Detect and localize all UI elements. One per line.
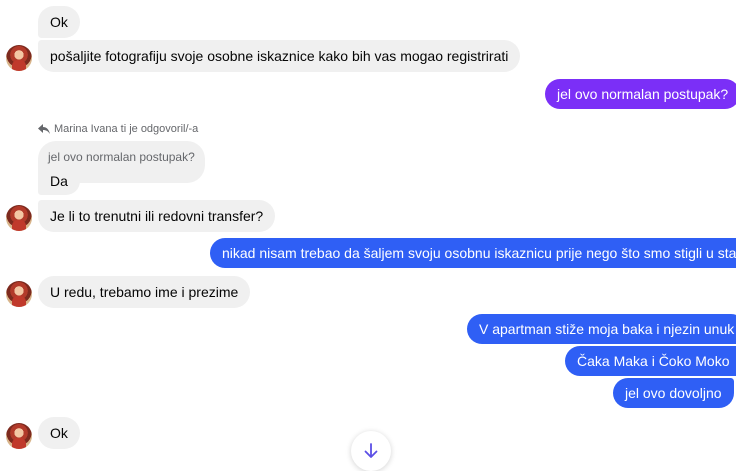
message-incoming[interactable]: U redu, trebamo ime i prezime [38, 276, 251, 308]
reply-label: Marina Ivana ti je odgovoril/-a [54, 123, 199, 135]
avatar[interactable] [6, 45, 32, 71]
scroll-to-bottom-button[interactable] [351, 431, 391, 471]
message-outgoing[interactable]: jel ovo dovoljno [613, 378, 734, 408]
message-outgoing[interactable]: Čaka Maka i Čoko Moko [565, 346, 736, 376]
reply-arrow-icon [38, 124, 50, 134]
message-text: U redu, trebamo ime i prezime [50, 284, 239, 300]
message-text: Da [50, 173, 68, 189]
message-text: Ok [50, 425, 68, 441]
arrow-down-icon [364, 443, 378, 458]
avatar[interactable] [6, 423, 32, 449]
message-outgoing[interactable]: V apartman stiže moja baka i njezin unuk [467, 314, 736, 344]
message-outgoing[interactable]: nikad nisam trebao da šaljem svoju osobn… [210, 238, 736, 268]
message-incoming[interactable]: Ok [38, 6, 80, 38]
message-outgoing[interactable]: jel ovo normalan postupak? [545, 79, 736, 109]
message-text: jel ovo dovoljno [625, 385, 722, 401]
quoted-text: jel ovo normalan postupak? [48, 150, 195, 164]
message-incoming[interactable]: Ok [38, 417, 80, 449]
message-incoming[interactable]: Je li to trenutni ili redovni transfer? [38, 200, 276, 232]
message-text: pošaljite fotografiju svoje osobne iskaz… [50, 48, 509, 64]
avatar[interactable] [6, 281, 32, 307]
message-text: jel ovo normalan postupak? [557, 86, 729, 102]
message-text: nikad nisam trebao da šaljem svoju osobn… [222, 245, 736, 261]
message-text: Ok [50, 14, 68, 30]
reply-header: Marina Ivana ti je odgovoril/-a [38, 123, 198, 135]
avatar[interactable] [6, 205, 32, 231]
message-incoming[interactable]: Da [38, 167, 80, 195]
message-text: Je li to trenutni ili redovni transfer? [50, 208, 264, 224]
message-text: Čaka Maka i Čoko Moko [577, 353, 730, 369]
message-text: V apartman stiže moja baka i njezin unuk [479, 321, 735, 337]
message-incoming[interactable]: pošaljite fotografiju svoje osobne iskaz… [38, 40, 521, 72]
